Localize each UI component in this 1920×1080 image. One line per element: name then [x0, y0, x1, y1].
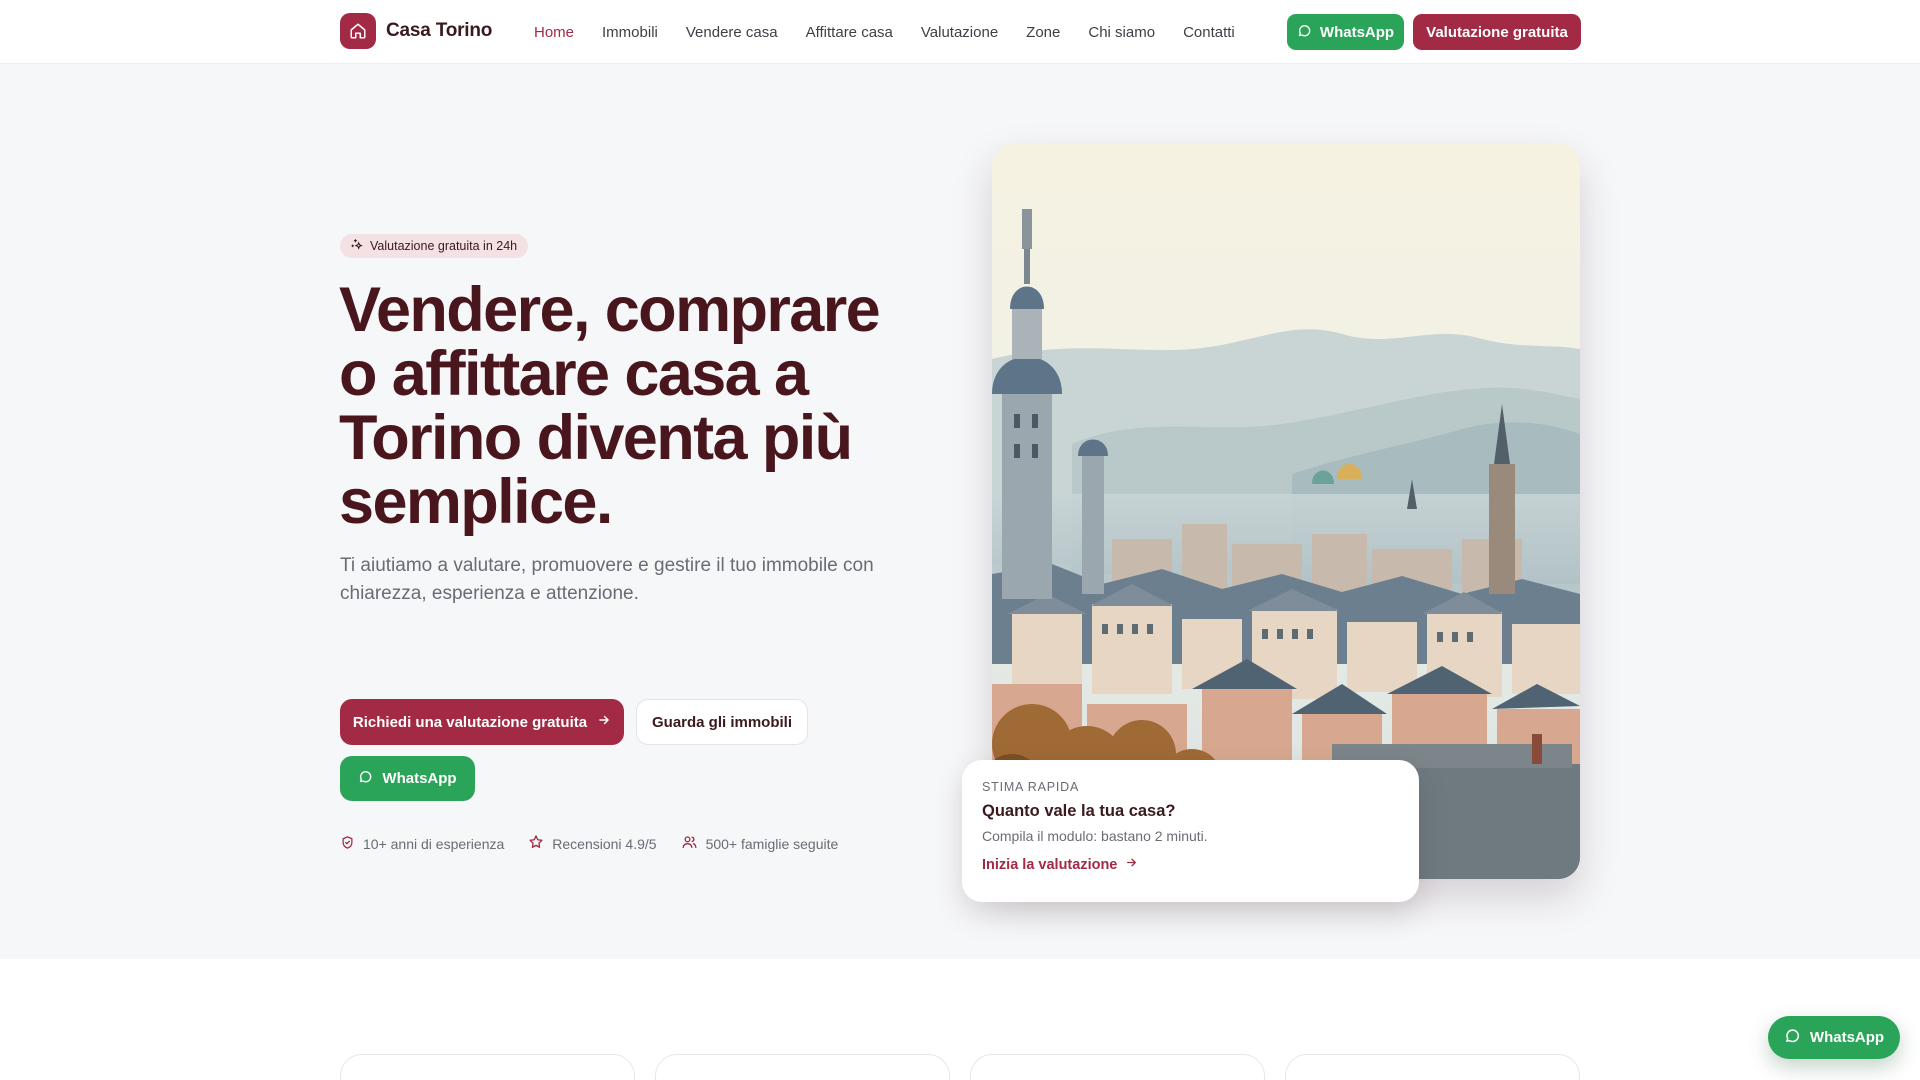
header-whatsapp-button[interactable]: WhatsApp [1287, 14, 1404, 50]
arrow-right-icon [597, 713, 611, 731]
floating-whatsapp-button[interactable]: WhatsApp [1768, 1016, 1900, 1059]
stat-label: Recensioni 4.9/5 [552, 835, 657, 852]
request-valuation-button[interactable]: Richiedi una valutazione gratuita [340, 699, 624, 745]
chat-icon [1784, 1027, 1801, 1048]
shield-icon [340, 835, 355, 853]
estimate-title: Quanto vale la tua casa? [982, 802, 1176, 820]
nav-item-immobili[interactable]: Immobili [602, 24, 658, 41]
users-icon [681, 834, 698, 853]
hero-title: Vendere, comprare o affittare casa a Tor… [339, 275, 881, 537]
nav-item-contatti[interactable]: Contatti [1183, 24, 1235, 41]
chat-icon [358, 769, 373, 788]
hero-whatsapp-button[interactable]: WhatsApp [340, 756, 475, 801]
header-valutazione-button[interactable]: Valutazione gratuita [1413, 14, 1581, 50]
site-header: Casa Torino Home Immobili Vendere casa A… [0, 0, 1920, 64]
stat-families: 500+ famiglie seguite [681, 834, 839, 853]
nav-item-chi-siamo[interactable]: Chi siamo [1088, 24, 1155, 41]
nav-item-zone[interactable]: Zone [1026, 24, 1060, 41]
nav-item-vendere-casa[interactable]: Vendere casa [686, 24, 778, 41]
estimate-kicker: STIMA RAPIDA [982, 780, 1080, 794]
stat-label: 500+ famiglie seguite [705, 835, 839, 852]
floating-whatsapp-label: WhatsApp [1809, 1029, 1885, 1046]
star-icon [528, 834, 544, 853]
estimate-text: Compila il modulo: bastano 2 minuti. [982, 828, 1208, 844]
feature-card [340, 1054, 635, 1080]
stat-reviews: Recensioni 4.9/5 [528, 834, 657, 853]
nav-item-affittare-casa[interactable]: Affittare casa [806, 24, 893, 41]
stat-label: 10+ anni di esperienza [363, 835, 505, 852]
feature-card [970, 1054, 1265, 1080]
hero-stats: 10+ anni di esperienza Recensioni 4.9/5 … [340, 834, 862, 853]
main-nav: Home Immobili Vendere casa Affittare cas… [534, 0, 1263, 64]
quick-estimate-card: STIMA RAPIDA Quanto vale la tua casa? Co… [962, 760, 1419, 902]
header-whatsapp-label: WhatsApp [1319, 23, 1395, 41]
start-valuation-link[interactable]: Inizia la valutazione [982, 856, 1399, 873]
stat-experience: 10+ anni di esperienza [340, 835, 504, 853]
view-properties-button[interactable]: Guarda gli immobili [636, 699, 808, 745]
sparkles-icon [350, 238, 363, 254]
feature-card [1285, 1054, 1580, 1080]
nav-item-valutazione[interactable]: Valutazione [921, 24, 998, 41]
brand-name: Casa Torino [386, 20, 493, 41]
arrow-right-icon [1125, 856, 1138, 873]
nav-item-home[interactable]: Home [534, 24, 574, 41]
feature-card [655, 1054, 950, 1080]
hero-badge-label: Valutazione gratuita in 24h [370, 239, 518, 253]
hero-section: Valutazione gratuita in 24h Vendere, com… [0, 64, 1920, 959]
home-icon [340, 13, 376, 49]
request-valuation-label: Richiedi una valutazione gratuita [352, 713, 588, 731]
chat-icon [1297, 23, 1312, 42]
hero-subtitle: Ti aiutiamo a valutare, promuovere e ges… [340, 555, 874, 604]
hero-badge: Valutazione gratuita in 24h [340, 234, 529, 258]
start-valuation-label: Inizia la valutazione [982, 856, 1118, 873]
logo[interactable]: Casa Torino [340, 13, 492, 49]
hero-whatsapp-label: WhatsApp [382, 770, 457, 787]
